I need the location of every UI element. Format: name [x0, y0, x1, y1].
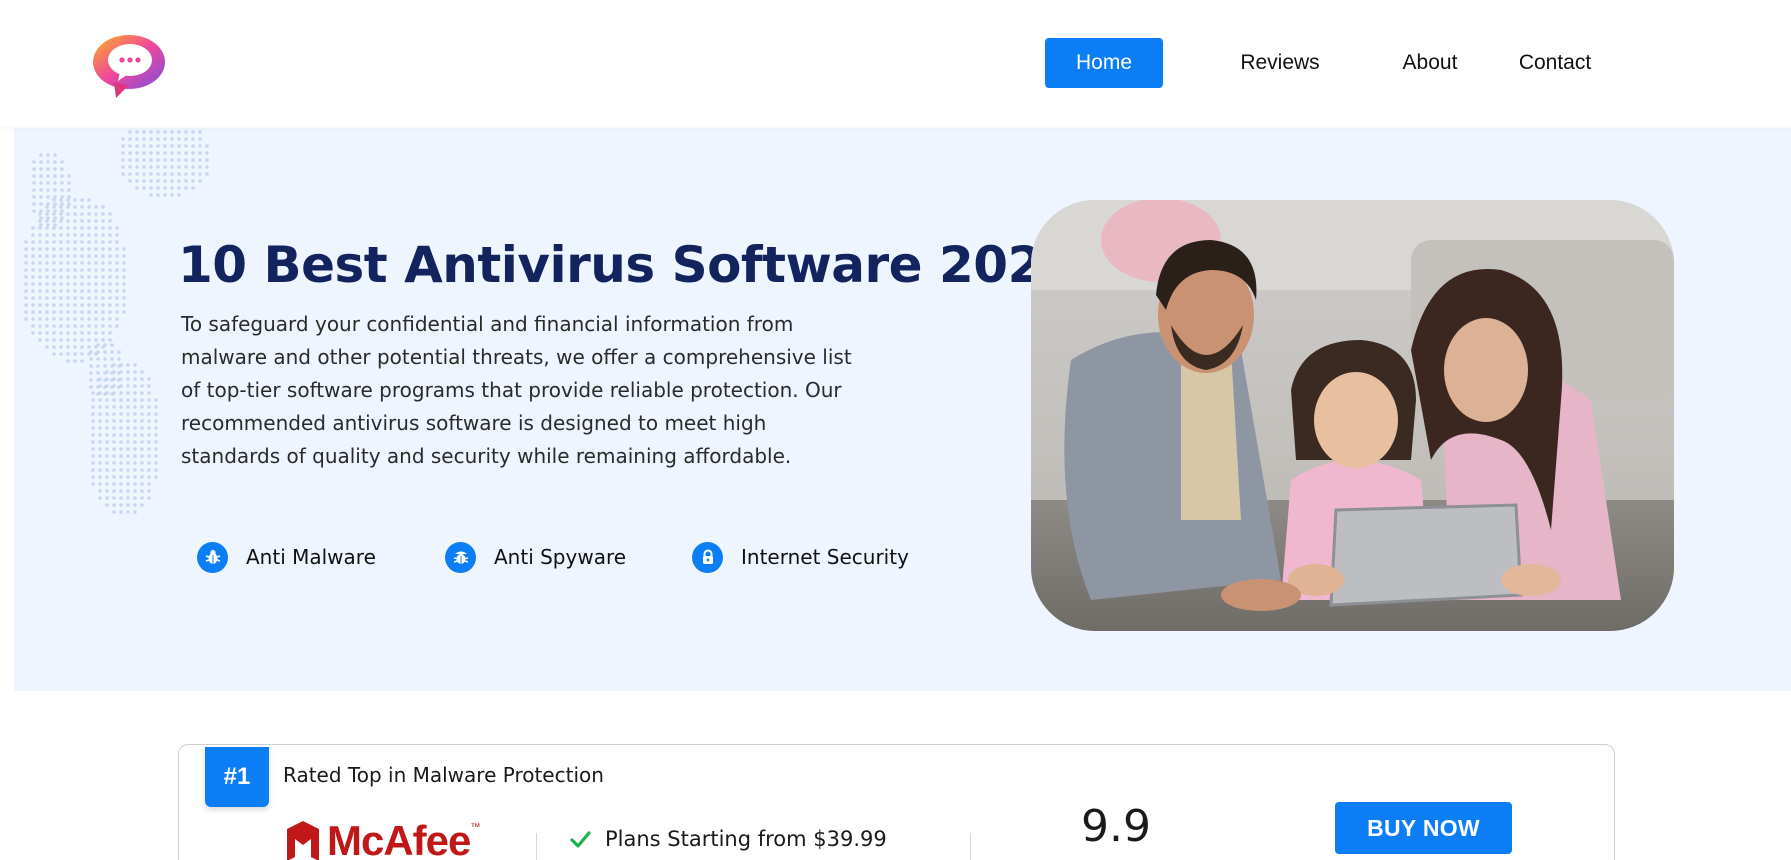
feature-anti-malware: Anti Malware: [197, 540, 376, 574]
divider: [970, 833, 971, 860]
nav-reviews[interactable]: Reviews: [1225, 38, 1335, 88]
nav-home[interactable]: Home: [1045, 38, 1163, 88]
ranking-card: #1 Rated Top in Malware Protection McAfe…: [178, 744, 1615, 860]
mcafee-shield-icon: [287, 821, 319, 860]
spy-bug-icon: [445, 541, 476, 573]
hero-section: 10 Best Antivirus Software 2024 To safeg…: [14, 128, 1791, 691]
nav-contact[interactable]: Contact: [1510, 38, 1600, 88]
rank-tagline: Rated Top in Malware Protection: [283, 763, 604, 787]
plan-price-text: Plans Starting from $39.99: [605, 827, 887, 851]
check-icon: [570, 831, 591, 848]
lock-icon: [692, 541, 723, 573]
feature-label: Anti Malware: [246, 545, 376, 569]
feature-label: Anti Spyware: [494, 545, 627, 569]
page-title: 10 Best Antivirus Software 2024: [178, 236, 1077, 294]
rank-badge: #1: [205, 747, 269, 807]
plan-info: Plans Starting from $39.99: [569, 827, 887, 851]
feature-label: Internet Security: [741, 545, 909, 569]
family-with-tablet-photo: [1031, 200, 1674, 631]
site-header: Home Reviews About Contact: [0, 0, 1791, 126]
buy-now-button[interactable]: BUY NOW: [1335, 802, 1512, 854]
mcafee-logo[interactable]: McAfee ™: [285, 817, 480, 860]
hero-description: To safeguard your confidential and finan…: [181, 312, 852, 468]
feature-internet-security: Internet Security: [692, 540, 909, 574]
nav-about[interactable]: About: [1390, 38, 1470, 88]
feature-anti-spyware: Anti Spyware: [445, 540, 626, 574]
brand-name: McAfee: [327, 817, 471, 860]
bug-icon: [197, 541, 228, 573]
brand-trademark: ™: [470, 821, 481, 833]
rating-score: 9.9: [1081, 801, 1151, 852]
chat-bubble-logo-icon[interactable]: [92, 34, 166, 100]
divider: [536, 833, 537, 860]
